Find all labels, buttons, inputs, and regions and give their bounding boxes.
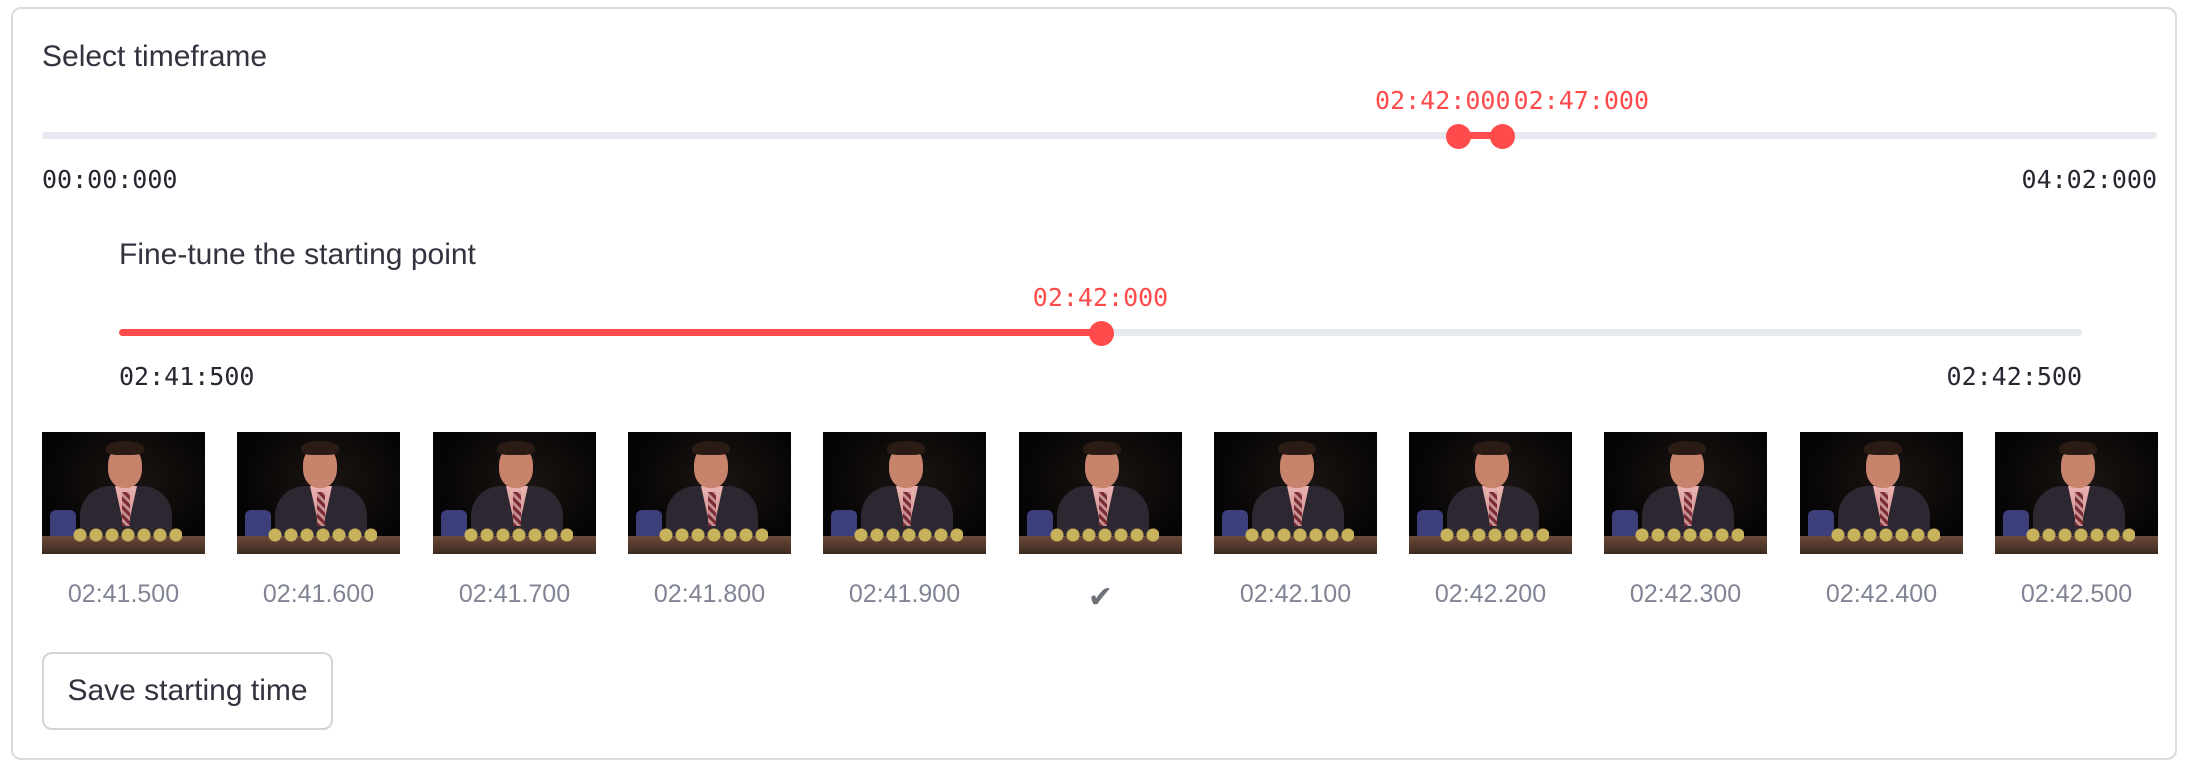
fine-tune-slider-fill [119, 329, 1101, 336]
frame-timestamp: 02:41.900 [848, 580, 961, 608]
fruit-shape [72, 528, 182, 542]
fine-tune-label: Fine-tune the starting point [119, 238, 476, 271]
hair-shape [1864, 441, 1902, 455]
frame-timestamp: 02:41.800 [653, 580, 766, 608]
timeframe-end-handle[interactable] [1489, 124, 1515, 149]
fruit-shape [1830, 528, 1940, 542]
frame-thumbnail[interactable] [1800, 432, 1963, 554]
hair-shape [1668, 441, 1706, 455]
timeframe-end-value: 02:47:000 [1513, 86, 1650, 115]
frame-thumbnail[interactable] [1409, 432, 1572, 554]
frame-thumbnail[interactable] [1019, 432, 1182, 554]
timeframe-panel [11, 7, 2177, 760]
frame-thumbnail[interactable] [433, 432, 596, 554]
fruit-shape [853, 528, 963, 542]
frame-timestamp: 02:42.500 [2020, 580, 2133, 608]
fine-tune-handle[interactable] [1088, 321, 1114, 346]
frame-timestamp: 02:41.600 [262, 580, 375, 608]
frame-thumbnail[interactable] [823, 432, 986, 554]
tie-shape [1099, 492, 1107, 526]
hair-shape [887, 441, 925, 455]
hair-shape [2059, 441, 2097, 455]
hair-shape [1473, 441, 1511, 455]
fruit-shape [1634, 528, 1744, 542]
timeframe-max-label: 04:02:000 [2021, 165, 2157, 194]
tie-shape [1880, 492, 1888, 526]
frame-timestamp: 02:42.100 [1239, 580, 1352, 608]
frame-thumbnail[interactable] [42, 432, 205, 554]
selected-frame-checkmark: ✔ [1087, 581, 1114, 614]
fruit-shape [2025, 528, 2135, 542]
save-starting-time-button[interactable]: Save starting time [42, 652, 333, 730]
hair-shape [497, 441, 535, 455]
hair-shape [692, 441, 730, 455]
tie-shape [122, 492, 130, 526]
hair-shape [1083, 441, 1121, 455]
tie-shape [903, 492, 911, 526]
timeframe-min-label: 00:00:000 [42, 165, 178, 194]
fruit-shape [267, 528, 377, 542]
frame-timestamp: 02:41.700 [458, 580, 571, 608]
tie-shape [2075, 492, 2083, 526]
timeframe-start-handle[interactable] [1445, 124, 1471, 149]
frame-thumbnail[interactable] [1214, 432, 1377, 554]
hair-shape [106, 441, 144, 455]
fine-tune-value: 02:42:000 [1032, 283, 1169, 312]
fruit-shape [1439, 528, 1549, 542]
frame-thumbnail[interactable] [1995, 432, 2158, 554]
tie-shape [708, 492, 716, 526]
tie-shape [317, 492, 325, 526]
tie-shape [1294, 492, 1302, 526]
timeframe-label: Select timeframe [42, 40, 268, 73]
fine-tune-min-label: 02:41:500 [119, 362, 255, 391]
frame-timestamp: 02:42.300 [1629, 580, 1742, 608]
frame-thumbnail[interactable] [1604, 432, 1767, 554]
timeframe-slider-track[interactable] [42, 132, 2157, 139]
frame-thumbnail[interactable] [237, 432, 400, 554]
tie-shape [513, 492, 521, 526]
fine-tune-max-label: 02:42:500 [1946, 362, 2082, 391]
frame-thumbnail[interactable] [628, 432, 791, 554]
hair-shape [1278, 441, 1316, 455]
fruit-shape [658, 528, 768, 542]
hair-shape [301, 441, 339, 455]
tie-shape [1684, 492, 1692, 526]
fruit-shape [1244, 528, 1354, 542]
fruit-shape [1049, 528, 1159, 542]
frame-timestamp: 02:42.400 [1825, 580, 1938, 608]
timeframe-start-value: 02:42:000 [1375, 86, 1511, 115]
tie-shape [1489, 492, 1497, 526]
fruit-shape [463, 528, 573, 542]
frame-timestamp: 02:41.500 [67, 580, 180, 608]
frame-timestamp: 02:42.200 [1434, 580, 1547, 608]
